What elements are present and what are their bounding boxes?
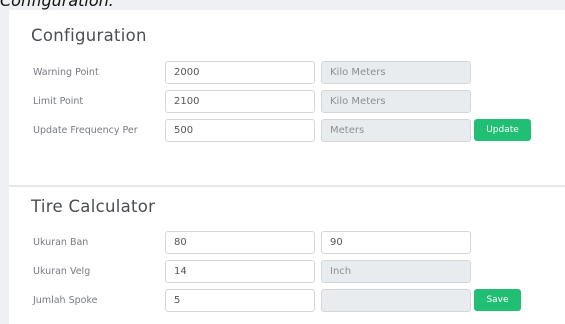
ukuran-ban-label: Ukuran Ban <box>33 237 89 248</box>
configuration-title: Configuration <box>31 26 147 45</box>
save-button[interactable]: Save <box>474 289 521 311</box>
limit-point-unit-field <box>321 90 471 113</box>
jumlah-spoke-input[interactable] <box>165 289 315 312</box>
ukuran-velg-input[interactable] <box>165 260 315 283</box>
jumlah-spoke-result-field <box>321 289 471 312</box>
update-frequency-label: Update Frequency Per <box>33 125 138 136</box>
limit-point-input[interactable] <box>165 90 315 113</box>
jumlah-spoke-label: Jumlah Spoke <box>33 295 98 306</box>
update-frequency-input[interactable] <box>165 119 315 142</box>
ukuran-ban-input-2[interactable] <box>321 231 471 254</box>
configuration-card: Configuration Warning Point Limit Point … <box>9 10 565 185</box>
page-section-label: Configuration: <box>0 0 115 10</box>
update-frequency-unit-field <box>321 119 471 142</box>
tire-calculator-title: Tire Calculator <box>31 197 156 216</box>
warning-point-unit-field <box>321 61 471 84</box>
ukuran-velg-label: Ukuran Velg <box>33 266 91 277</box>
tire-calculator-card: Tire Calculator Ukuran Ban Ukuran Velg J… <box>9 187 565 324</box>
update-button[interactable]: Update <box>474 119 531 141</box>
warning-point-input[interactable] <box>165 61 315 84</box>
ukuran-velg-unit-field <box>321 260 471 283</box>
ukuran-ban-input-1[interactable] <box>165 231 315 254</box>
warning-point-label: Warning Point <box>33 67 99 78</box>
limit-point-label: Limit Point <box>33 96 84 107</box>
